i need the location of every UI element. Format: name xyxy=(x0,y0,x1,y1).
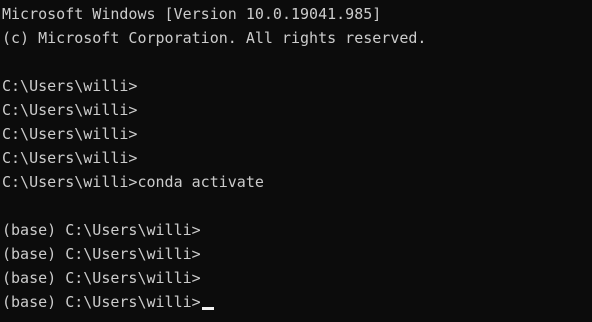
console-line-base-prompt: (base) C:\Users\willi> xyxy=(2,221,201,239)
console-line-base-prompt: (base) C:\Users\willi> xyxy=(2,269,201,287)
console-line-prompt: C:\Users\willi> xyxy=(2,101,138,119)
console-line-active-prompt[interactable]: (base) C:\Users\willi> xyxy=(2,290,592,314)
console-line-base-prompt: (base) C:\Users\willi> xyxy=(2,245,201,263)
text-cursor xyxy=(201,307,214,310)
active-prompt-text: (base) C:\Users\willi> xyxy=(2,293,201,311)
console-line-prompt: C:\Users\willi> xyxy=(2,125,138,143)
console-line-copyright: (c) Microsoft Corporation. All rights re… xyxy=(2,29,427,47)
console-line-version: Microsoft Windows [Version 10.0.19041.98… xyxy=(2,5,382,23)
console-line-prompt: C:\Users\willi> xyxy=(2,149,138,167)
console-window[interactable]: Microsoft Windows [Version 10.0.19041.98… xyxy=(0,0,592,322)
console-line-prompt: C:\Users\willi> xyxy=(2,77,138,95)
console-line-command: C:\Users\willi>conda activate xyxy=(2,173,264,191)
